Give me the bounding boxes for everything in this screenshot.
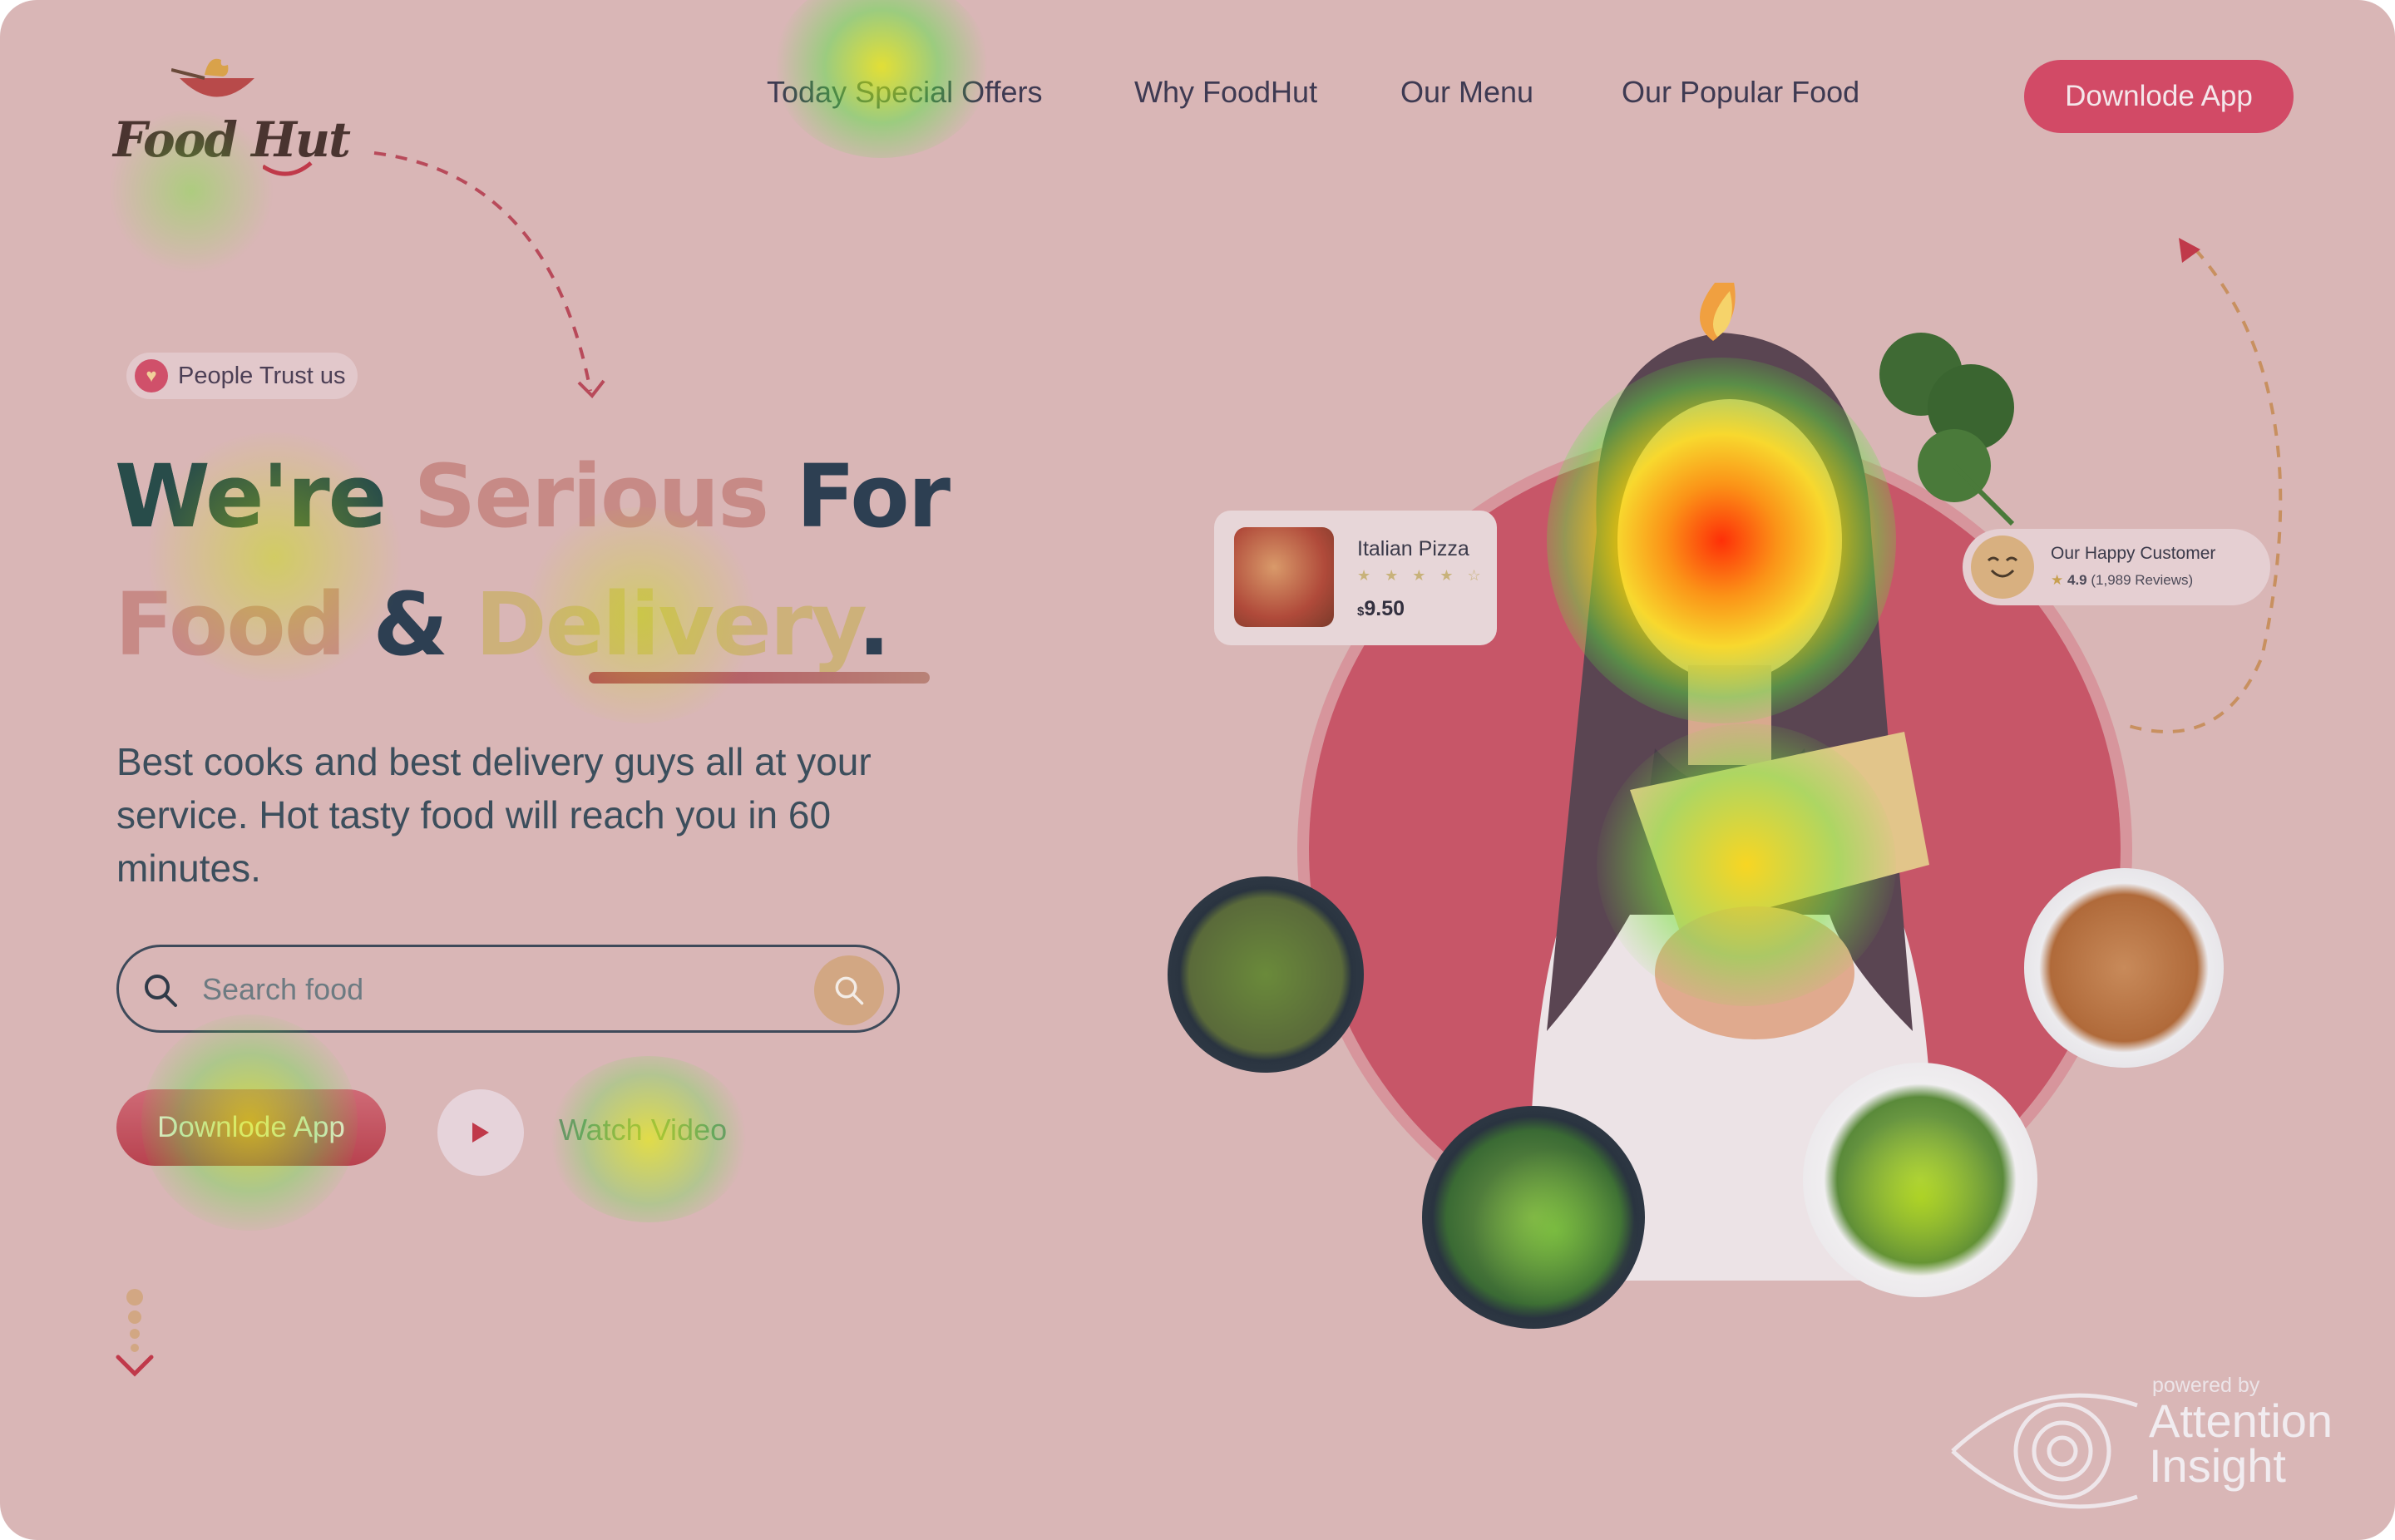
price-value: 9.50 [1364,597,1405,620]
customer-card-title: Our Happy Customer [2051,544,2216,563]
search-icon [145,975,177,1007]
food-plate [2024,868,2224,1068]
trust-badge: ♥ People Trust us [126,353,358,399]
customer-review-count: (1,989 Reviews) [2091,572,2194,588]
header-download-app-button[interactable]: Downlode App [2024,60,2294,133]
pizza-star-rating: ★ ★ ★ ★ ☆ [1357,567,1486,584]
download-app-button[interactable]: Downlode App [116,1089,386,1166]
logo-swoosh-icon [263,161,313,176]
play-video-button[interactable] [437,1089,524,1176]
watch-video-link[interactable]: Watch Video [559,1113,727,1148]
happy-customer-card[interactable]: Our Happy Customer ★ 4.9 (1,989 Reviews) [1963,529,2270,605]
scroll-down-indicator[interactable] [115,1289,156,1380]
pizza-price: $9.50 [1357,597,1405,621]
heart-icon: ♥ [135,359,168,392]
headline-word: . [857,574,890,675]
hero-subtitle: Best cooks and best delivery guys all at… [116,740,872,890]
watermark-brand-line-2: Insight [2149,1439,2286,1492]
play-icon [472,1123,489,1143]
nav-item-why-foodhut[interactable]: Why FoodHut [1134,75,1317,110]
dashed-arrow-decoration [373,151,605,399]
pizza-thumbnail [1234,527,1334,627]
eye-logo-icon [1951,1393,2138,1509]
chevron-down-icon [116,1355,154,1377]
headline-word: Delivery [475,574,859,675]
headline-word: For [796,446,951,547]
search-icon [835,976,864,1005]
headline-word: & [373,574,448,675]
nav-item-our-menu[interactable]: Our Menu [1400,75,1533,110]
italian-pizza-card[interactable]: Italian Pizza ★ ★ ★ ★ ☆ $9.50 [1214,511,1497,645]
trust-badge-label: People Trust us [178,362,346,389]
hero-headline: We're Serious For Food & Delivery. [115,432,951,689]
food-plate [1803,1063,2037,1297]
headline-word: We're [115,446,387,547]
parsley-decoration [1879,333,2015,526]
pizza-name: Italian Pizza [1357,537,1469,560]
headline-word: Food [115,574,346,675]
nav-item-special-offers[interactable]: Today Special Offers [767,75,1043,110]
watermark-brand: Attention Insight [2149,1394,2333,1492]
smiley-face-icon [1971,536,2034,599]
food-plate [1422,1106,1645,1329]
headline-underline [589,672,930,684]
nav-item-popular-food[interactable]: Our Popular Food [1622,75,1859,110]
food-plate [1168,876,1364,1073]
customer-rating-value: 4.9 [2067,572,2087,588]
search-input[interactable] [202,965,784,1014]
headline-line-1: We're Serious For [115,432,951,560]
search-submit-button[interactable] [814,955,884,1025]
search-bar [116,945,900,1033]
watermark-brand-line-1: Attention [2149,1394,2333,1447]
attention-insight-watermark: powered by Attention Insight [1946,1370,2378,1520]
headline-line-2: Food & Delivery. [115,560,946,689]
dashed-arrow-right-decoration [2120,238,2283,733]
page: Food Hut Today Special Offers Why FoodHu… [0,0,2395,1540]
headline-word: Serious [413,446,769,547]
customer-rating: ★ 4.9 (1,989 Reviews) [2051,572,2193,589]
star-icon: ★ [2051,572,2064,588]
